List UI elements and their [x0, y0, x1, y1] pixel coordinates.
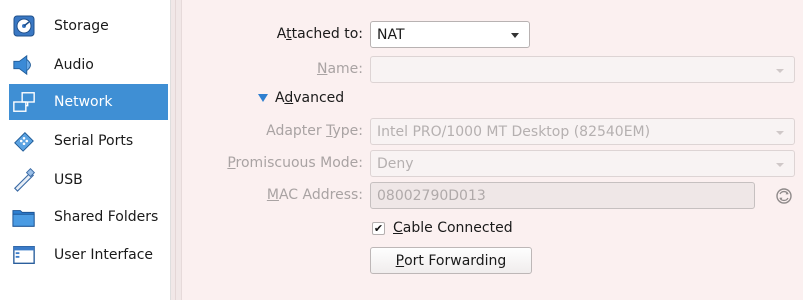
chevron-down-icon — [511, 33, 519, 38]
mac-address-label: MAC Address: — [266, 187, 363, 203]
port-forwarding-button[interactable]: Port Forwarding — [370, 247, 532, 274]
attached-to-label: Attached to: — [276, 26, 363, 42]
sidebar-item-serial-ports[interactable]: Serial Ports — [9, 123, 168, 159]
serial-ports-icon — [12, 129, 36, 153]
adapter-type-value: Intel PRO/1000 MT Desktop (82540EM) — [377, 123, 651, 140]
network-icon — [12, 90, 36, 114]
sidebar-item-network[interactable]: Network — [9, 84, 168, 120]
audio-icon — [12, 53, 36, 77]
mac-address-field[interactable]: 08002790D013 — [370, 182, 755, 209]
sidebar-item-label: User Interface — [54, 247, 154, 263]
sidebar-item-user-interface[interactable]: User Interface — [9, 237, 168, 273]
chevron-down-icon — [776, 163, 784, 167]
user-interface-icon — [12, 243, 36, 267]
settings-sidebar: Storage Audio Network Serial Ports USB S… — [0, 0, 170, 300]
attached-to-select[interactable]: NAT — [370, 21, 530, 48]
sidebar-item-label: Shared Folders — [54, 209, 159, 225]
mac-address-value: 08002790D013 — [377, 187, 486, 204]
sidebar-item-label: Storage — [54, 18, 109, 34]
advanced-toggle[interactable]: Advanced — [258, 88, 344, 108]
triangle-down-icon — [258, 94, 268, 102]
attached-to-value: NAT — [377, 26, 405, 43]
sidebar-item-usb[interactable]: USB — [9, 162, 168, 198]
usb-icon — [12, 168, 36, 192]
adapter-type-label: Adapter Type: — [266, 123, 363, 139]
storage-icon — [12, 14, 36, 38]
sidebar-item-storage[interactable]: Storage — [9, 8, 168, 44]
sidebar-item-label: Serial Ports — [54, 133, 134, 149]
sidebar-item-label: USB — [54, 172, 83, 188]
promiscuous-mode-value: Deny — [377, 155, 414, 172]
name-label: Name: — [316, 61, 363, 77]
name-select[interactable] — [370, 56, 795, 83]
promiscuous-mode-select[interactable]: Deny — [370, 150, 795, 177]
chevron-down-icon — [776, 131, 784, 135]
advanced-label: Advanced — [275, 90, 345, 106]
chevron-down-icon — [776, 69, 784, 73]
refresh-mac-icon[interactable] — [774, 186, 794, 206]
sidebar-item-label: Audio — [54, 57, 94, 73]
cable-connected-label: Cable Connected — [393, 220, 513, 236]
shared-folders-icon — [12, 205, 36, 229]
sidebar-item-label: Network — [54, 94, 113, 110]
sidebar-item-audio[interactable]: Audio — [9, 47, 168, 83]
checkbox-icon: ✔ — [372, 221, 385, 235]
sidebar-item-shared-folders[interactable]: Shared Folders — [9, 199, 168, 235]
promiscuous-mode-label: Promiscuous Mode: — [227, 155, 363, 171]
adapter-type-select[interactable]: Intel PRO/1000 MT Desktop (82540EM) — [370, 118, 795, 145]
sidebar-divider — [170, 0, 182, 300]
cable-connected-checkbox[interactable]: ✔ Cable Connected — [372, 218, 513, 238]
